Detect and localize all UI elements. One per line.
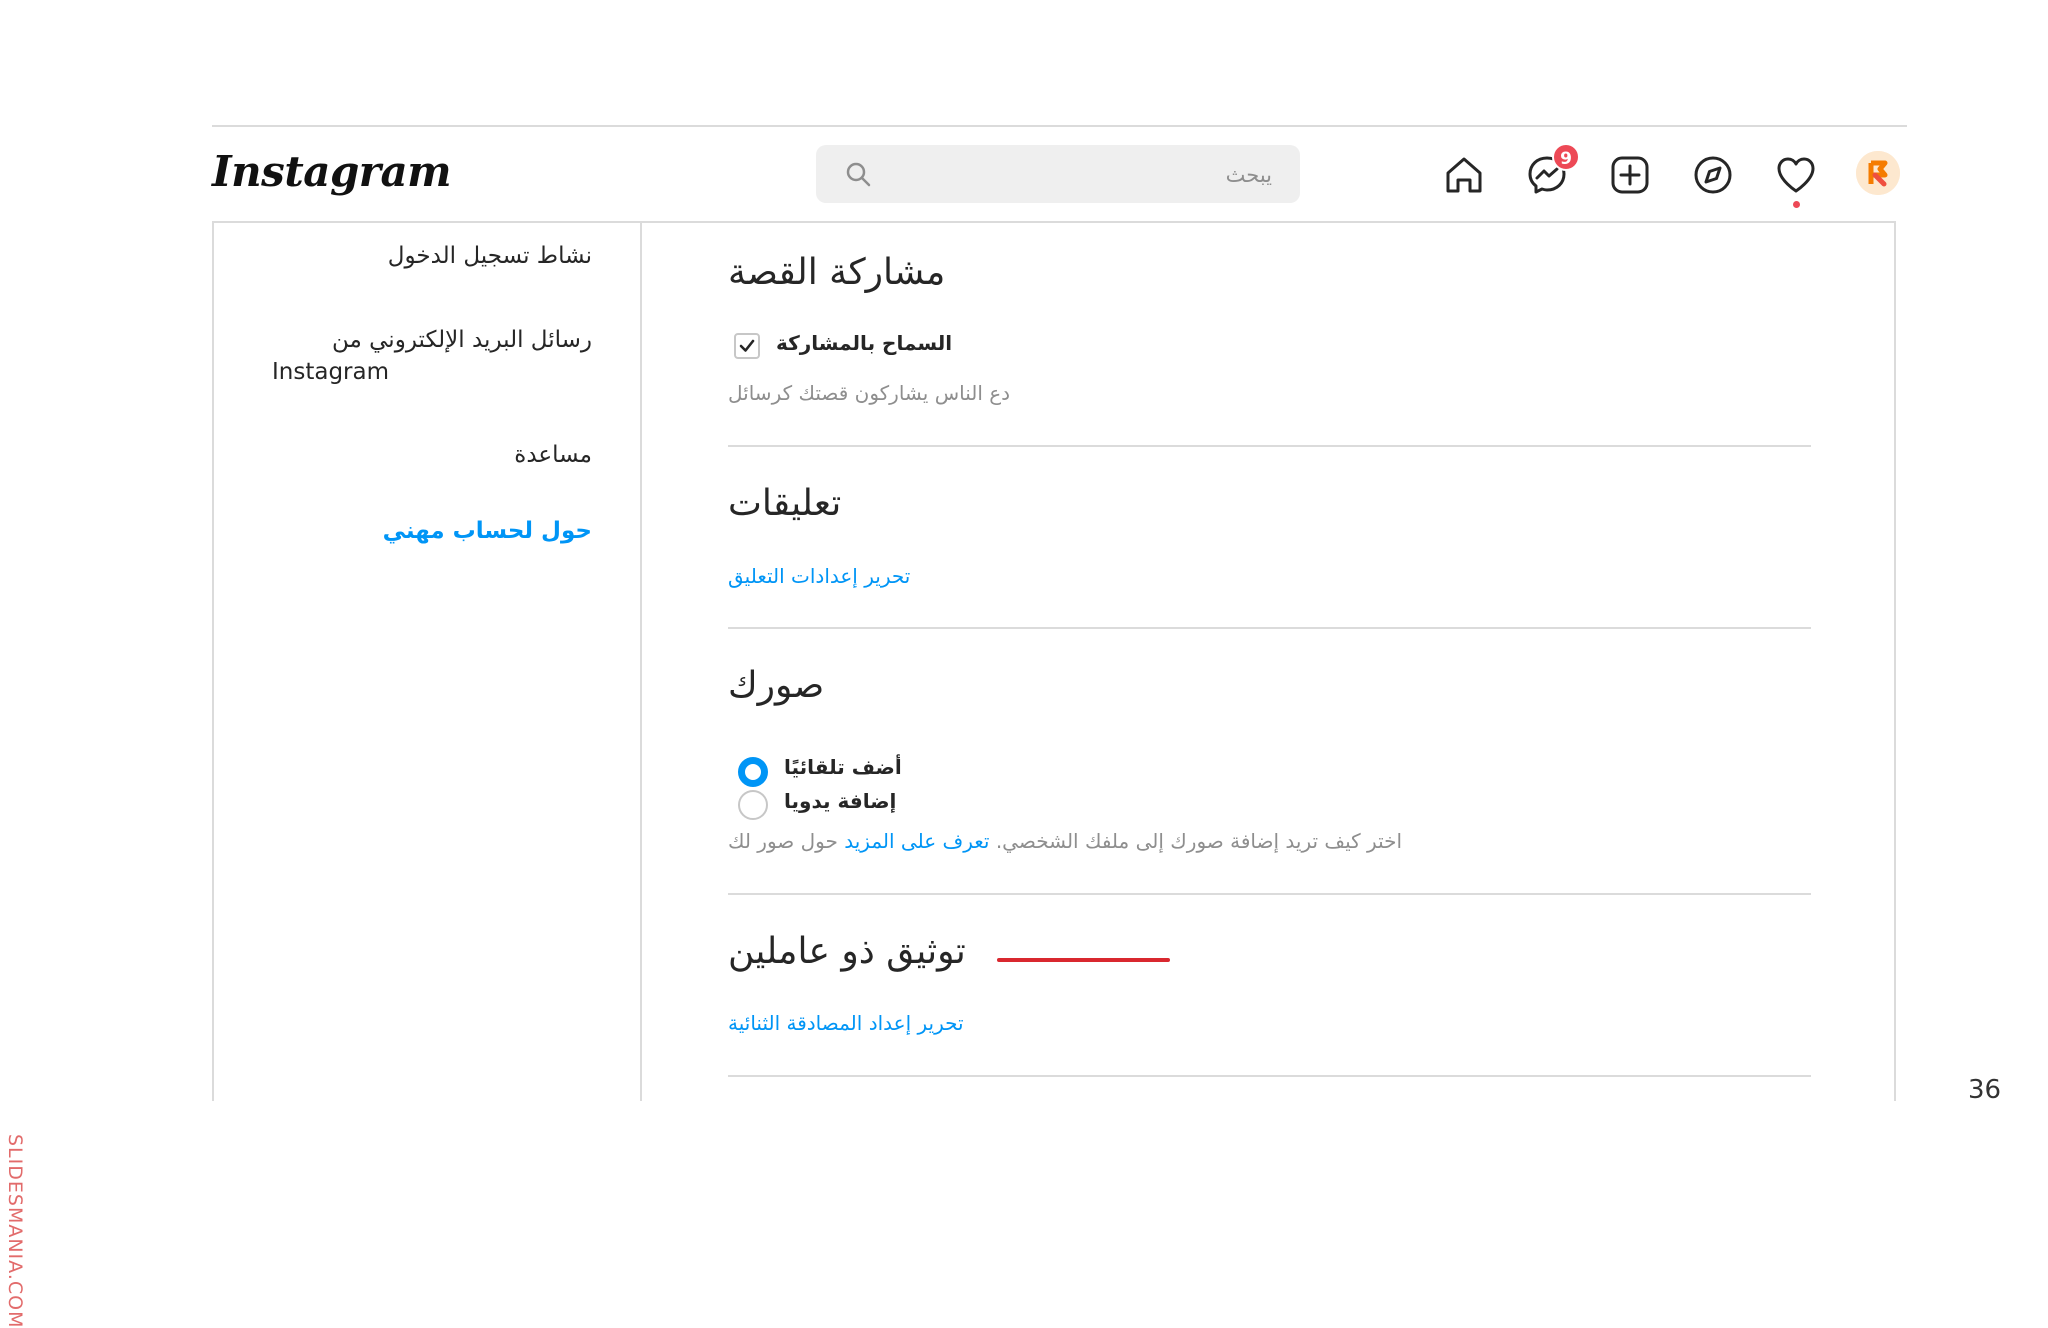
- photos-description-tail: حول صور لك: [728, 829, 838, 853]
- profile-avatar[interactable]: [1856, 151, 1900, 195]
- section-divider: [728, 627, 1811, 629]
- edit-comment-settings-link[interactable]: تحرير إعدادات التعليق: [728, 564, 910, 588]
- search-icon: [846, 162, 871, 187]
- section-divider: [728, 893, 1811, 895]
- add-automatically-radio[interactable]: [738, 757, 768, 787]
- sidebar-item-emails-from-instagram[interactable]: رسائل البريد الإلكتروني من Instagram: [272, 324, 592, 388]
- search-box[interactable]: [816, 145, 1300, 203]
- switch-to-professional-link[interactable]: حول لحساب مهني: [272, 515, 592, 547]
- sidebar-divider: [640, 221, 642, 1101]
- sidebar-item-label-brand: Instagram: [272, 359, 390, 385]
- sidebar-item-help[interactable]: مساعدة: [272, 439, 592, 471]
- sidebar-item-label: رسائل البريد الإلكتروني من: [332, 327, 592, 353]
- add-manually-label[interactable]: إضافة يدويا: [784, 789, 896, 813]
- section-divider: [728, 1075, 1811, 1077]
- search-input[interactable]: [890, 155, 1274, 195]
- profile-picture-icon: [1856, 151, 1900, 195]
- section-divider: [728, 445, 1811, 447]
- comments-title: تعليقات: [728, 483, 842, 524]
- story-sharing-description: دع الناس يشاركون قصتك كرسائل: [728, 381, 1011, 405]
- activity-indicator-dot: [1793, 201, 1800, 208]
- messenger-icon[interactable]: 9: [1524, 143, 1580, 198]
- explore-icon[interactable]: [1690, 152, 1736, 198]
- two-factor-title: توثيق ذو عاملين: [728, 931, 966, 972]
- sidebar-item-login-activity[interactable]: نشاط تسجيل الدخول: [272, 240, 592, 272]
- messages-count-badge: 9: [1552, 143, 1580, 171]
- top-navigation-bar: Instagram 9: [212, 127, 1907, 221]
- story-sharing-title: مشاركة القصة: [728, 252, 946, 293]
- checkmark-icon: [739, 339, 755, 352]
- home-icon[interactable]: [1441, 152, 1487, 198]
- photos-of-you-title: صورك: [728, 665, 825, 706]
- allow-sharing-label[interactable]: السماح بالمشاركة: [776, 331, 952, 355]
- add-automatically-label[interactable]: أضف تلقائيًا: [784, 755, 902, 779]
- learn-more-link[interactable]: تعرف على المزيد: [844, 829, 989, 853]
- photos-description-text: اختر كيف تريد إضافة صورك إلى ملفك الشخصي…: [995, 829, 1403, 853]
- edit-two-factor-link[interactable]: تحرير إعداد المصادقة الثنائية: [728, 1011, 964, 1035]
- photos-of-you-description: اختر كيف تريد إضافة صورك إلى ملفك الشخصي…: [728, 829, 1402, 853]
- activity-heart-icon[interactable]: [1773, 152, 1819, 198]
- slidesmania-watermark: SLIDESMANIA.COM: [4, 1134, 26, 1328]
- slide-page-number: 36: [1968, 1075, 2002, 1105]
- annotation-underline: [997, 958, 1170, 962]
- add-manually-radio[interactable]: [738, 790, 768, 820]
- new-post-icon[interactable]: [1607, 152, 1653, 198]
- instagram-logo[interactable]: Instagram: [212, 147, 452, 196]
- allow-sharing-checkbox[interactable]: [734, 333, 760, 359]
